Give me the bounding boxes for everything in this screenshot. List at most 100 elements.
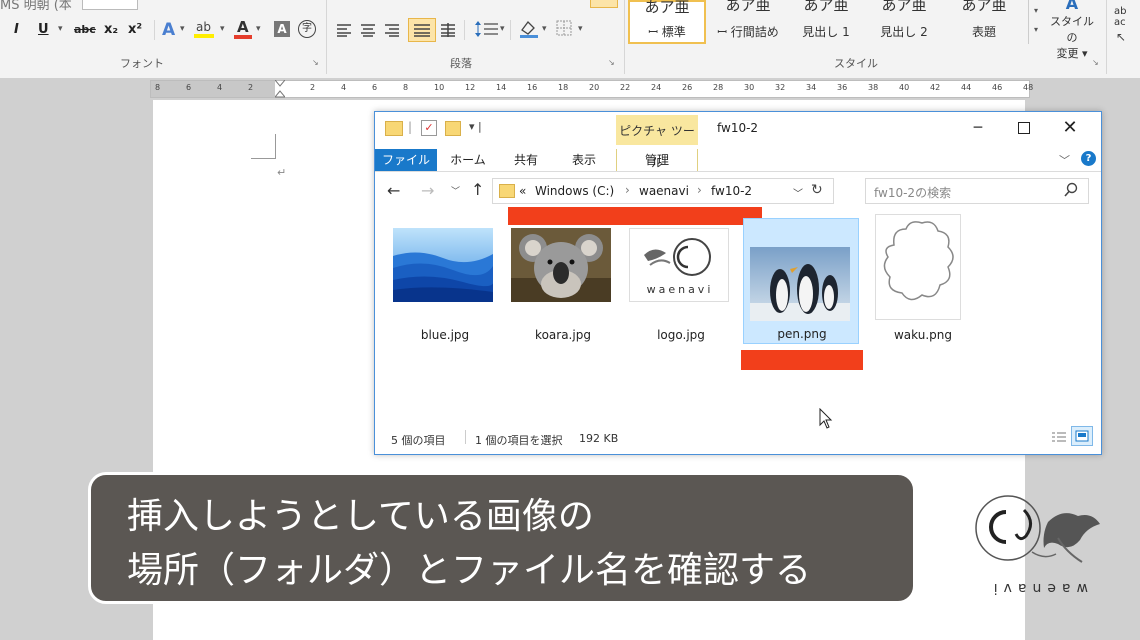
- chevron-right-icon[interactable]: ›: [697, 183, 702, 197]
- change-styles-button[interactable]: A スタイルの 変更 ▾: [1046, 0, 1098, 60]
- highlighter-icon[interactable]: ab: [194, 20, 216, 38]
- tab-manage[interactable]: 管理: [616, 149, 698, 171]
- style-standard[interactable]: あア亜 ꟷ 標準: [628, 0, 706, 44]
- breadcrumb-drive[interactable]: Windows (C:): [535, 184, 614, 198]
- font-color-icon[interactable]: A: [234, 18, 252, 40]
- recent-locations-icon[interactable]: ﹀: [451, 184, 460, 197]
- align-left-icon[interactable]: [336, 22, 352, 41]
- divider: [326, 0, 327, 74]
- ruler-tick-label: 16: [527, 83, 538, 92]
- chevron-down-icon[interactable]: ▾: [58, 24, 63, 34]
- dialog-launcher-icon[interactable]: ↘: [608, 58, 615, 67]
- indent-marker-icon[interactable]: [273, 79, 287, 102]
- superscript-button[interactable]: x²: [128, 22, 142, 37]
- style-gallery-scroll[interactable]: ▾ ▾: [1028, 0, 1043, 44]
- search-icon[interactable]: [1064, 182, 1078, 202]
- font-group-label: フォント: [120, 57, 164, 70]
- chevron-down-icon[interactable]: ▾: [578, 24, 583, 34]
- style-heading1[interactable]: あア亜 見出し 1: [788, 0, 864, 44]
- file-item-pen-selected[interactable]: pen.png: [743, 218, 859, 344]
- chevron-down-icon[interactable]: ▾: [256, 24, 261, 34]
- address-bar[interactable]: « Windows (C:) › waenavi › fw10-2 ﹀ ↻: [492, 178, 834, 204]
- chevron-down-icon[interactable]: ▾: [542, 24, 547, 34]
- chevron-down-icon[interactable]: ▾: [180, 24, 185, 34]
- italic-button[interactable]: I: [14, 22, 19, 37]
- file-item-blue[interactable]: blue.jpg: [393, 220, 497, 342]
- select-arrow-icon[interactable]: ↖: [1116, 30, 1126, 44]
- logo-watermark-text: waenavi: [988, 580, 1088, 596]
- text-effects-icon[interactable]: A: [162, 20, 175, 40]
- dialog-launcher-icon[interactable]: ↘: [312, 58, 319, 67]
- properties-icon[interactable]: ✓: [421, 120, 437, 136]
- ruler-tick-label: 6: [372, 83, 378, 92]
- file-item-koara[interactable]: koara.jpg: [511, 220, 615, 342]
- ruler-tick-label: 38: [868, 83, 879, 92]
- caption-line-1: 挿入しようとしている画像の: [127, 496, 594, 537]
- file-name: koara.jpg: [535, 328, 591, 342]
- search-box[interactable]: fw10-2の検索: [865, 178, 1089, 204]
- breadcrumb-fw10-2[interactable]: fw10-2: [711, 184, 752, 198]
- chevron-down-icon[interactable]: ▾: [220, 24, 225, 34]
- ruler-tick-label: 18: [558, 83, 569, 92]
- file-item-logo[interactable]: waenavi logo.jpg: [629, 220, 733, 342]
- explorer-window[interactable]: | ✓ ▾ | ピクチャ ツール fw10-2 ─ ✕ ファイル ホーム 共有 …: [374, 111, 1102, 455]
- koala-image-thumbnail: [511, 228, 611, 302]
- new-folder-icon[interactable]: [445, 121, 461, 136]
- style-heading2[interactable]: あア亜 見出し 2: [866, 0, 942, 44]
- breadcrumb-waenavi[interactable]: waenavi: [639, 184, 689, 198]
- minimize-button[interactable]: ─: [955, 112, 1001, 144]
- large-icons-view-icon[interactable]: [1071, 426, 1093, 446]
- tab-home[interactable]: ホーム: [441, 149, 495, 171]
- char-shading-icon[interactable]: A: [274, 21, 290, 37]
- chevron-down-icon[interactable]: ▾: [500, 24, 505, 34]
- ruler-tick-label: 28: [713, 83, 724, 92]
- tab-view[interactable]: 表示: [557, 149, 611, 171]
- close-button[interactable]: ✕: [1047, 112, 1093, 144]
- style-no-spacing[interactable]: あア亜 ꟷ 行間詰め: [710, 0, 786, 44]
- maximize-button[interactable]: [1001, 112, 1047, 144]
- ruler-tick-label: 6: [186, 83, 192, 92]
- status-selection: 1 個の項目を選択: [475, 434, 563, 447]
- back-arrow-icon[interactable]: ←: [387, 181, 400, 200]
- strikethrough-button[interactable]: abc: [74, 23, 96, 36]
- replace-icon[interactable]: ab ac: [1114, 6, 1126, 28]
- divider: [465, 430, 466, 444]
- chevron-right-icon[interactable]: ›: [625, 183, 630, 197]
- file-item-waku[interactable]: waku.png: [871, 214, 975, 342]
- line-spacing-icon[interactable]: [474, 20, 500, 42]
- forward-arrow-icon[interactable]: →: [421, 181, 434, 200]
- horizontal-ruler[interactable]: 8 6 4 2 2 4 6 8 10 12 14 16 18 20 22 24 26 28 30 32 34 36 38 40…: [150, 79, 1033, 98]
- font-size-box[interactable]: [82, 0, 138, 10]
- subscript-button[interactable]: x₂: [104, 22, 118, 37]
- distribute-icon[interactable]: [440, 22, 456, 41]
- show-marks-button[interactable]: [590, 0, 618, 8]
- help-icon[interactable]: ?: [1081, 151, 1096, 166]
- borders-icon[interactable]: [556, 20, 572, 40]
- align-center-icon[interactable]: [360, 22, 376, 41]
- expand-ribbon-icon[interactable]: ﹀: [1059, 152, 1070, 168]
- breadcrumb-overflow[interactable]: «: [519, 184, 526, 198]
- ruler-tick-label: 2: [248, 83, 254, 92]
- quick-access-dropdown-icon[interactable]: ▾ |: [469, 120, 482, 133]
- up-arrow-icon[interactable]: ↑: [471, 180, 484, 199]
- details-view-icon[interactable]: [1051, 430, 1067, 449]
- dialog-launcher-icon[interactable]: ↘: [1092, 58, 1099, 67]
- ruler-area: 8 6 4 2 2 4 6 8 10 12 14 16 18 20 22 24 26 28 30 32 34 36 38 40…: [0, 78, 1140, 100]
- tab-share[interactable]: 共有: [499, 149, 553, 171]
- folder-icon: [499, 184, 515, 198]
- style-title[interactable]: あア亜 表題: [946, 0, 1022, 44]
- underline-button[interactable]: U: [38, 22, 49, 37]
- status-size: 192 KB: [579, 432, 619, 445]
- tab-file[interactable]: ファイル: [375, 149, 437, 171]
- ruler-tick-label: 20: [589, 83, 600, 92]
- divider: [1106, 0, 1107, 74]
- caption-box: 挿入しようとしている画像の 場所（フォルダ）とファイル名を確認する: [88, 472, 916, 604]
- enclose-char-icon[interactable]: 字: [298, 20, 316, 38]
- font-name-box[interactable]: MS 明朝 (本: [0, 0, 72, 13]
- chevron-down-icon[interactable]: ﹀: [793, 185, 803, 200]
- justify-icon[interactable]: [408, 18, 436, 42]
- align-right-icon[interactable]: [384, 22, 400, 41]
- margin-corner-mark: [251, 134, 276, 159]
- refresh-icon[interactable]: ↻: [811, 182, 823, 198]
- shading-icon[interactable]: [518, 18, 540, 42]
